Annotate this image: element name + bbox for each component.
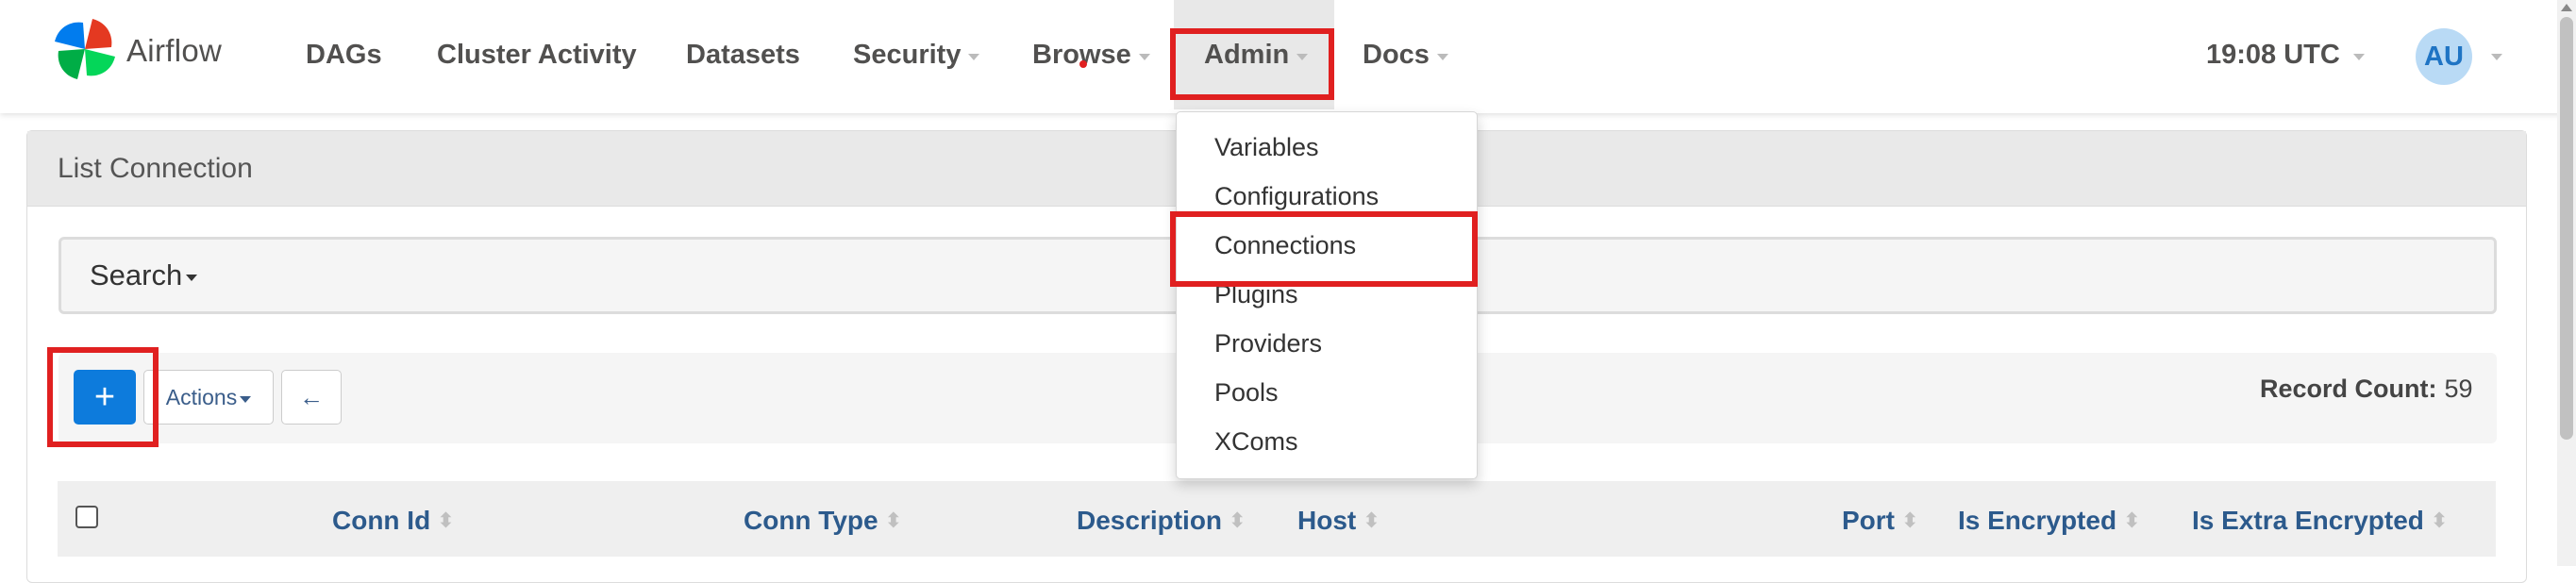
airflow-logo-icon (49, 13, 121, 90)
back-button[interactable]: ← (281, 370, 342, 425)
sort-icon: ⬍ (2430, 508, 2449, 532)
menu-item-connections[interactable]: Connections (1214, 231, 1356, 260)
col-conn-type-label: Conn Type (744, 506, 878, 535)
nav-cluster-activity[interactable]: Cluster Activity (437, 0, 637, 109)
menu-item-configurations[interactable]: Configurations (1214, 182, 1379, 211)
col-host-label: Host (1297, 506, 1357, 535)
record-count-value: 59 (2444, 374, 2473, 403)
nav-docs[interactable]: Docs (1363, 0, 1448, 109)
chevron-down-icon (2491, 53, 2502, 60)
sort-icon: ⬍ (437, 508, 455, 532)
menu-item-xcoms[interactable]: XComs (1214, 427, 1298, 457)
arrow-left-icon: ← (299, 382, 324, 411)
col-host[interactable]: Host ⬍ (1297, 506, 1380, 536)
chevron-down-icon (1436, 53, 1448, 60)
col-description[interactable]: Description ⬍ (1077, 506, 1246, 536)
sort-icon: ⬍ (1363, 508, 1380, 532)
col-is-encrypted-label: Is Encrypted (1958, 506, 2117, 535)
nav-browse[interactable]: Browse (1032, 0, 1150, 109)
user-avatar[interactable]: AU (2416, 28, 2472, 85)
menu-item-pools[interactable]: Pools (1214, 378, 1279, 408)
actions-label: Actions (165, 384, 238, 409)
chevron-down-icon (1296, 53, 1309, 60)
menu-item-plugins[interactable]: Plugins (1214, 280, 1298, 309)
nav-admin-label: Admin (1204, 39, 1290, 70)
col-is-extra-encrypted-label: Is Extra Encrypted (2192, 506, 2424, 535)
sort-icon: ⬍ (884, 508, 903, 532)
record-count-label: Record Count: (2260, 374, 2437, 403)
nav-datasets[interactable]: Datasets (686, 0, 800, 109)
nav-docs-label: Docs (1363, 39, 1430, 70)
cursor-marker (1079, 60, 1087, 68)
select-all-checkbox[interactable] (75, 506, 98, 528)
col-port[interactable]: Port ⬍ (1842, 506, 1918, 536)
nav-security-label: Security (853, 39, 962, 70)
sort-icon: ⬍ (1229, 508, 1246, 532)
record-count: Record Count: 59 (2260, 370, 2473, 408)
col-description-label: Description (1077, 506, 1223, 535)
nav-time[interactable]: 19:08 UTC (2206, 0, 2365, 109)
top-navbar: Airflow DAGs Cluster Activity Datasets S… (0, 0, 2576, 113)
nav-admin[interactable]: Admin (1204, 0, 1309, 109)
chevron-down-icon (2352, 53, 2365, 60)
sort-icon: ⬍ (1901, 508, 1919, 532)
col-port-label: Port (1842, 506, 1895, 535)
menu-item-variables[interactable]: Variables (1214, 133, 1319, 162)
menu-item-providers[interactable]: Providers (1214, 329, 1322, 358)
brand[interactable]: Airflow (49, 15, 222, 87)
col-conn-type[interactable]: Conn Type ⬍ (744, 506, 902, 536)
col-is-encrypted[interactable]: Is Encrypted ⬍ (1958, 506, 2141, 536)
brand-name: Airflow (126, 33, 223, 68)
col-conn-id[interactable]: Conn Id ⬍ (332, 506, 455, 536)
nav-dags[interactable]: DAGs (306, 0, 382, 109)
chevron-down-icon (186, 274, 198, 281)
scrollbar-thumb[interactable] (2560, 17, 2573, 440)
scroll-up-arrow-icon[interactable] (2561, 4, 2572, 11)
chevron-down-icon (1138, 53, 1150, 60)
search-label: Search (90, 258, 183, 292)
col-is-extra-encrypted[interactable]: Is Extra Encrypted ⬍ (2192, 506, 2448, 536)
nav-security[interactable]: Security (853, 0, 980, 109)
sort-icon: ⬍ (2123, 508, 2141, 532)
time-display: 19:08 UTC (2206, 39, 2340, 70)
admin-dropdown-menu: Variables Configurations Connections Plu… (1176, 111, 1478, 479)
chevron-down-icon (968, 53, 980, 60)
chevron-down-icon (240, 395, 252, 403)
col-conn-id-label: Conn Id (332, 506, 431, 535)
actions-dropdown-button[interactable]: Actions (143, 370, 274, 425)
user-menu-toggle[interactable] (2484, 0, 2502, 109)
add-connection-button[interactable]: + (74, 370, 136, 425)
